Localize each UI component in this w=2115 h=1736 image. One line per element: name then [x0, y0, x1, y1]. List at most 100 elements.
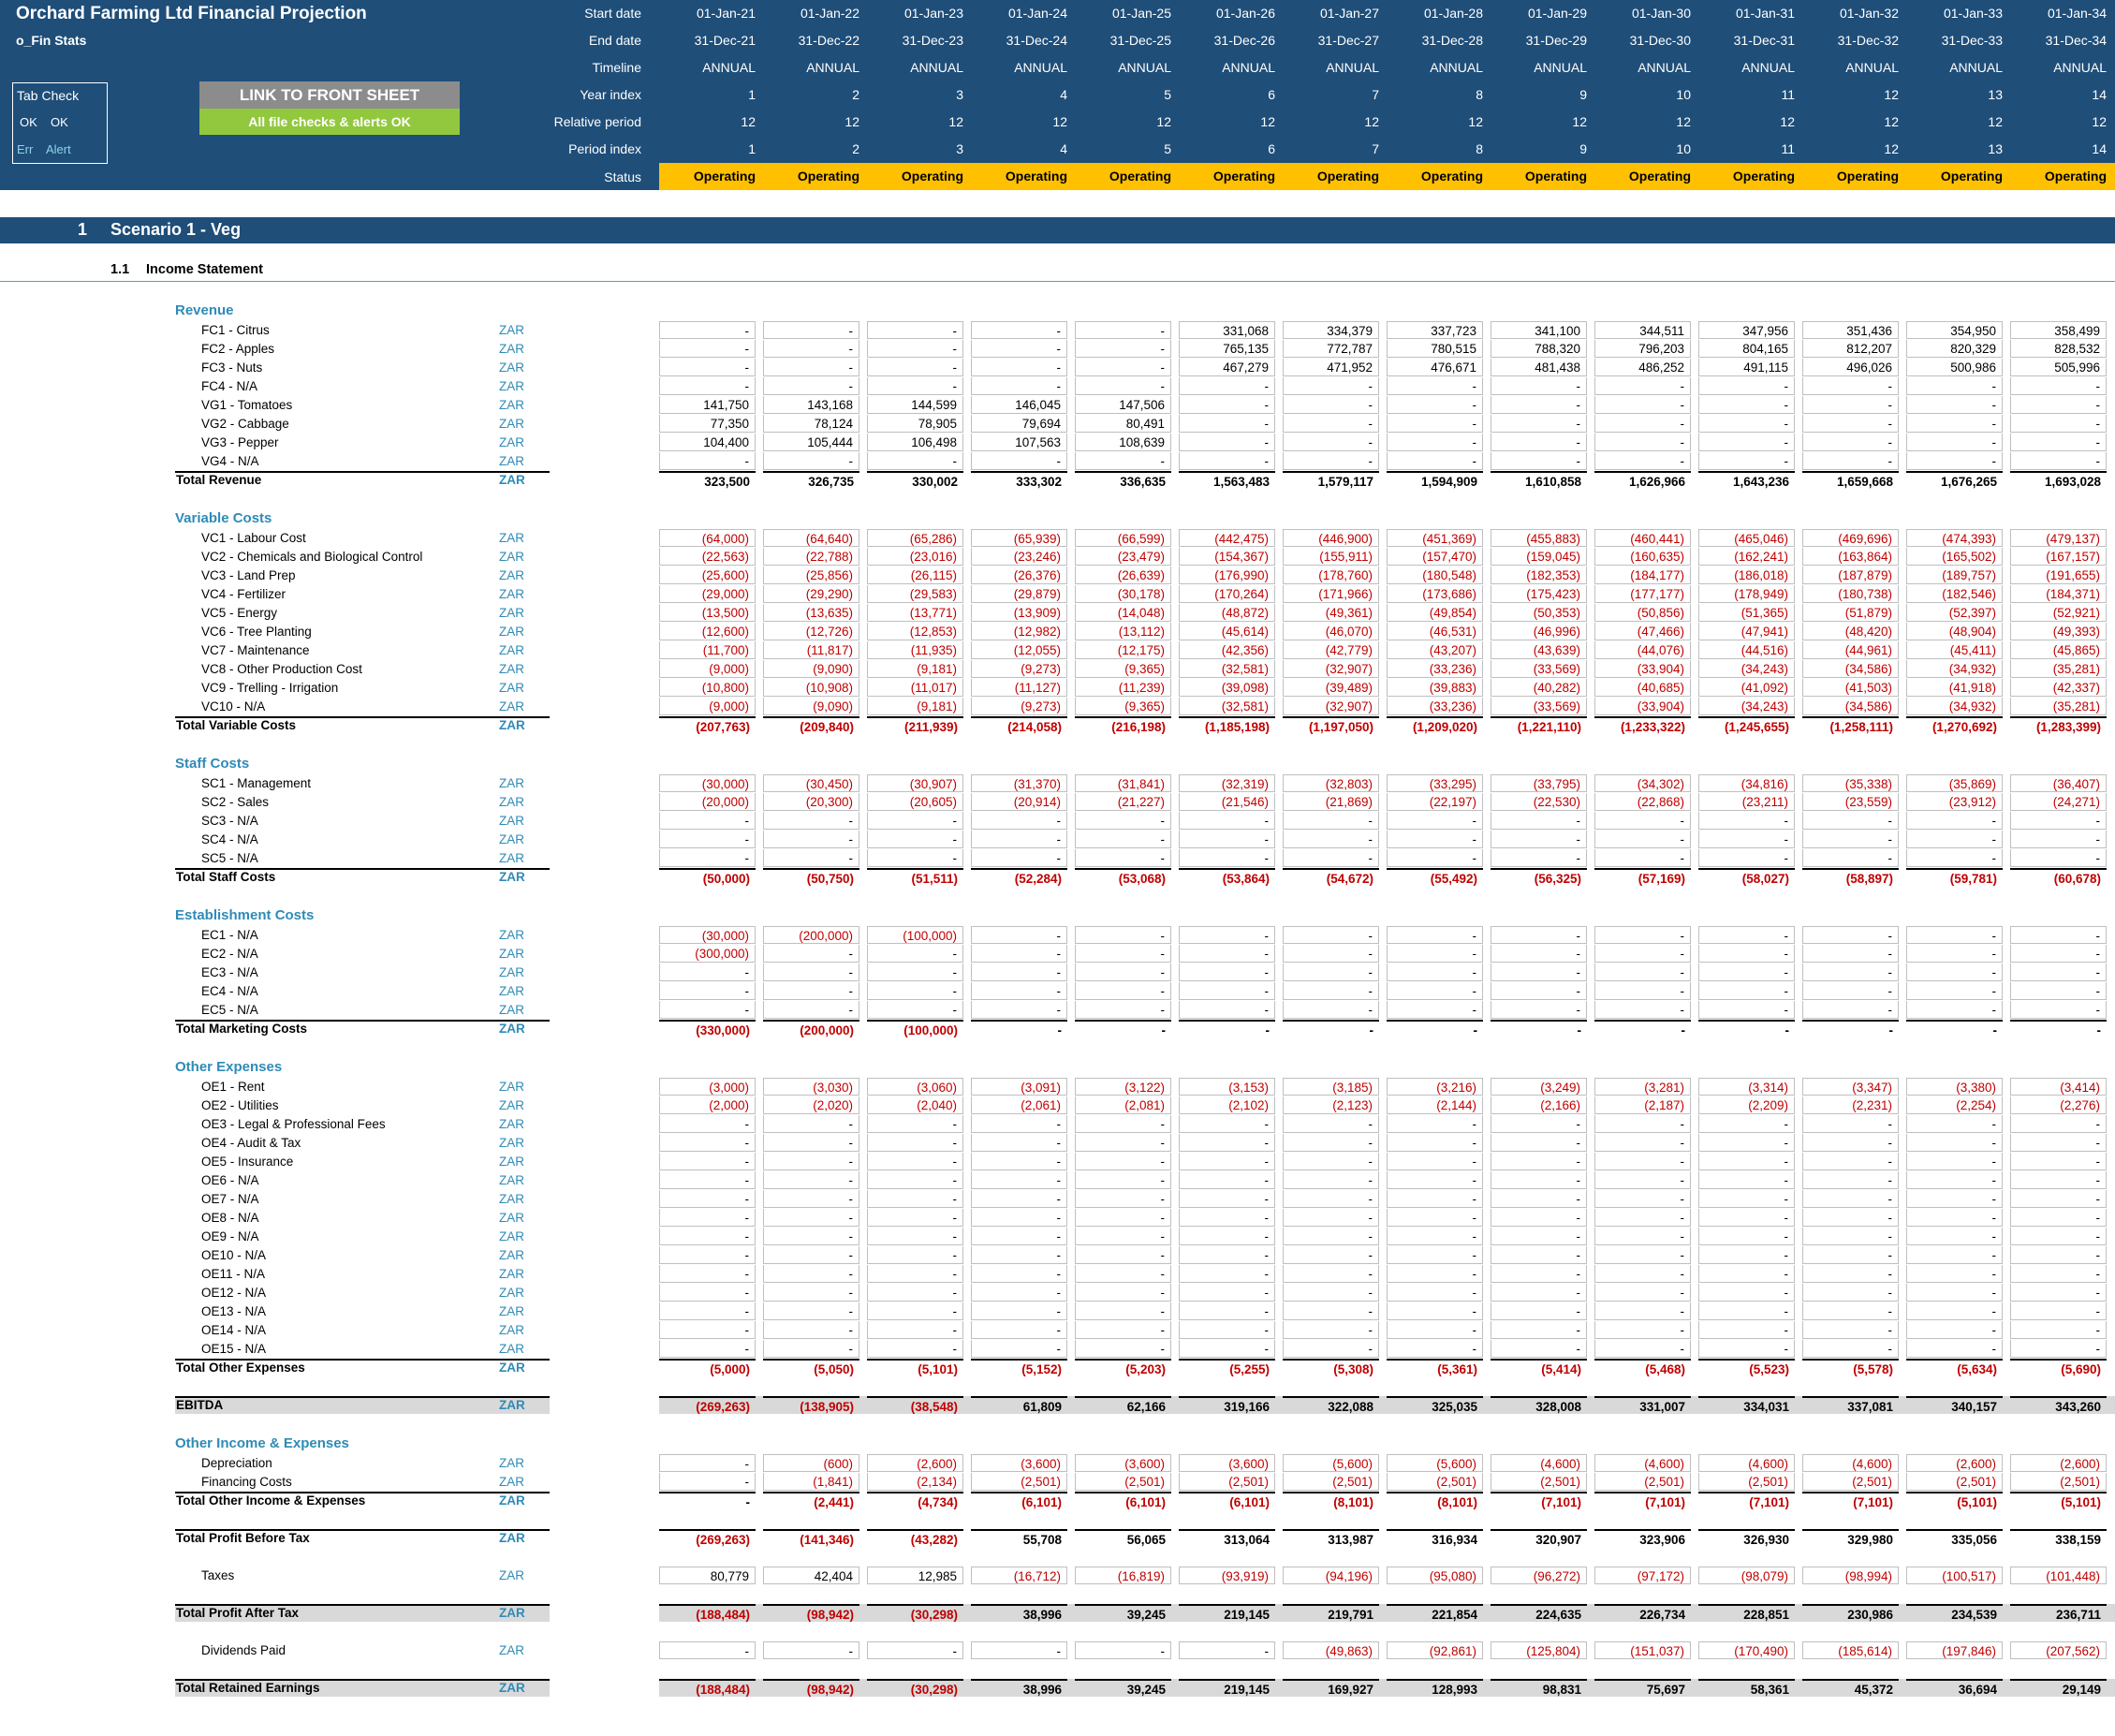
value-cell[interactable]: (2,501): [1075, 1473, 1171, 1491]
value-cell[interactable]: -: [971, 452, 1067, 470]
value-cell[interactable]: -: [1802, 964, 1899, 981]
value-cell[interactable]: 221,854: [1387, 1604, 1483, 1622]
value-cell[interactable]: 788,320: [1491, 340, 1587, 358]
value-cell[interactable]: 337,081: [1802, 1396, 1899, 1414]
value-cell[interactable]: -: [1283, 377, 1379, 395]
value-cell[interactable]: 325,035: [1387, 1396, 1483, 1414]
value-cell[interactable]: -: [1179, 812, 1275, 830]
value-cell[interactable]: (21,546): [1179, 793, 1275, 811]
value-cell[interactable]: -: [1283, 849, 1379, 867]
value-cell[interactable]: -: [1698, 452, 1795, 470]
value-cell[interactable]: -: [1283, 1340, 1379, 1358]
value-cell[interactable]: -: [867, 831, 963, 848]
value-cell[interactable]: -: [659, 964, 756, 981]
value-cell[interactable]: (65,939): [971, 529, 1067, 547]
value-cell[interactable]: -: [763, 1190, 859, 1208]
value-cell[interactable]: 467,279: [1179, 359, 1275, 376]
value-cell[interactable]: (46,531): [1387, 623, 1483, 640]
value-cell[interactable]: (55,492): [1387, 868, 1483, 886]
value-cell[interactable]: 62,166: [1075, 1396, 1171, 1414]
value-cell[interactable]: -: [1283, 1134, 1379, 1152]
value-cell[interactable]: -: [971, 849, 1067, 867]
value-cell[interactable]: -: [1594, 945, 1691, 963]
value-cell[interactable]: 78,905: [867, 415, 963, 433]
value-cell[interactable]: (5,000): [659, 1359, 756, 1376]
value-cell[interactable]: (23,912): [1906, 793, 2003, 811]
value-cell[interactable]: -: [763, 1153, 859, 1170]
value-cell[interactable]: -: [1802, 1153, 1899, 1170]
value-cell[interactable]: (184,371): [2010, 585, 2107, 603]
value-cell[interactable]: (35,869): [1906, 774, 2003, 792]
value-cell[interactable]: -: [659, 812, 756, 830]
value-cell[interactable]: (188,484): [659, 1679, 756, 1697]
value-cell[interactable]: (3,281): [1594, 1078, 1691, 1096]
value-cell[interactable]: -: [1594, 452, 1691, 470]
value-cell[interactable]: (33,236): [1387, 698, 1483, 715]
value-cell[interactable]: -: [1075, 340, 1171, 358]
value-cell[interactable]: -: [1387, 964, 1483, 981]
value-cell[interactable]: (33,569): [1491, 698, 1587, 715]
value-cell[interactable]: -: [1698, 1284, 1795, 1302]
value-cell[interactable]: -: [1594, 1190, 1691, 1208]
link-to-front-sheet-button[interactable]: LINK TO FRONT SHEET: [199, 81, 460, 110]
value-cell[interactable]: (8,101): [1387, 1492, 1483, 1509]
value-cell[interactable]: (214,058): [971, 716, 1067, 734]
value-cell[interactable]: (5,308): [1283, 1359, 1379, 1376]
value-cell[interactable]: -: [1594, 415, 1691, 433]
value-cell[interactable]: -: [1387, 1115, 1483, 1133]
value-cell[interactable]: (165,502): [1906, 548, 2003, 566]
value-cell[interactable]: 39,245: [1075, 1604, 1171, 1622]
value-cell[interactable]: (216,198): [1075, 716, 1171, 734]
value-cell[interactable]: (3,030): [763, 1078, 859, 1096]
value-cell[interactable]: (93,919): [1179, 1567, 1275, 1584]
value-cell[interactable]: (3,216): [1387, 1078, 1483, 1096]
value-cell[interactable]: -: [971, 321, 1067, 339]
value-cell[interactable]: 78,124: [763, 415, 859, 433]
value-cell[interactable]: -: [1698, 964, 1795, 981]
value-cell[interactable]: -: [867, 1302, 963, 1320]
value-cell[interactable]: -: [1075, 964, 1171, 981]
value-cell[interactable]: (200,000): [763, 926, 859, 944]
value-cell[interactable]: -: [763, 1115, 859, 1133]
value-cell[interactable]: -: [2010, 396, 2107, 414]
value-cell[interactable]: -: [1698, 1228, 1795, 1245]
value-cell[interactable]: -: [867, 1340, 963, 1358]
value-cell[interactable]: -: [1906, 1302, 2003, 1320]
value-cell[interactable]: -: [1387, 1134, 1483, 1152]
value-cell[interactable]: -: [1802, 377, 1899, 395]
value-cell[interactable]: (35,338): [1802, 774, 1899, 792]
value-cell[interactable]: -: [1802, 1284, 1899, 1302]
value-cell[interactable]: -: [659, 1340, 756, 1358]
value-cell[interactable]: 328,008: [1491, 1396, 1587, 1414]
value-cell[interactable]: -: [1387, 1246, 1483, 1264]
value-cell[interactable]: -: [2010, 377, 2107, 395]
value-cell[interactable]: (11,017): [867, 679, 963, 697]
value-cell[interactable]: -: [1698, 982, 1795, 1000]
value-cell[interactable]: (65,286): [867, 529, 963, 547]
value-cell[interactable]: (39,489): [1283, 679, 1379, 697]
value-cell[interactable]: -: [1698, 849, 1795, 867]
value-cell[interactable]: -: [1594, 434, 1691, 451]
value-cell[interactable]: -: [1906, 452, 2003, 470]
value-cell[interactable]: (51,365): [1698, 604, 1795, 622]
value-cell[interactable]: -: [1387, 926, 1483, 944]
value-cell[interactable]: (175,423): [1491, 585, 1587, 603]
value-cell[interactable]: (3,060): [867, 1078, 963, 1096]
value-cell[interactable]: (16,712): [971, 1567, 1067, 1584]
value-cell[interactable]: -: [1387, 415, 1483, 433]
value-cell[interactable]: -: [1387, 1340, 1483, 1358]
value-cell[interactable]: -: [1179, 1265, 1275, 1283]
value-cell[interactable]: -: [867, 982, 963, 1000]
value-cell[interactable]: -: [971, 812, 1067, 830]
value-cell[interactable]: 219,791: [1283, 1604, 1379, 1622]
value-cell[interactable]: -: [659, 1246, 756, 1264]
value-cell[interactable]: -: [1387, 1001, 1483, 1019]
value-cell[interactable]: (182,546): [1906, 585, 2003, 603]
value-cell[interactable]: 323,500: [659, 471, 756, 489]
value-cell[interactable]: -: [971, 377, 1067, 395]
value-cell[interactable]: -: [971, 1265, 1067, 1283]
value-cell[interactable]: (40,685): [1594, 679, 1691, 697]
value-cell[interactable]: -: [1491, 396, 1587, 414]
value-cell[interactable]: (2,276): [2010, 1096, 2107, 1114]
value-cell[interactable]: (30,178): [1075, 585, 1171, 603]
